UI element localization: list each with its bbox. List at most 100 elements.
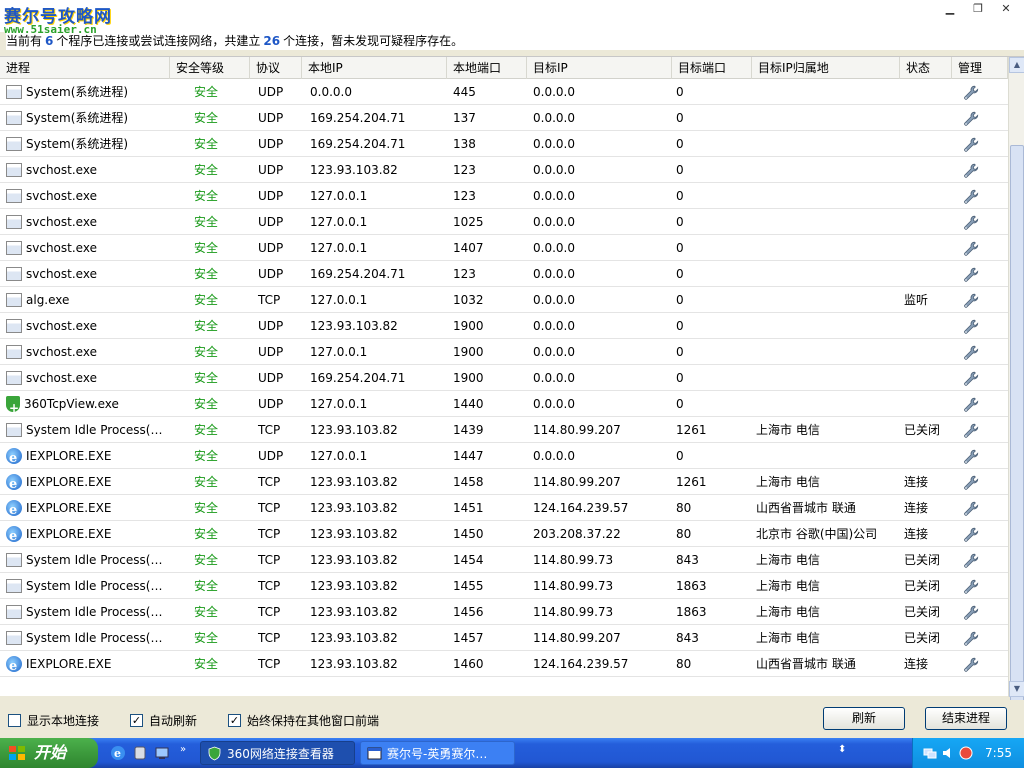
column-header-local-ip[interactable]: 本地IP: [302, 57, 447, 79]
wrench-icon[interactable]: [962, 370, 980, 388]
table-row[interactable]: System Idle Process(… 安全 TCP 123.93.103.…: [0, 625, 1008, 651]
remote-location: [752, 391, 900, 417]
process-cell: svchost.exe: [0, 235, 170, 261]
table-row[interactable]: svchost.exe 安全 UDP 123.93.103.82 123 0.0…: [0, 157, 1008, 183]
table-row[interactable]: 360TcpView.exe 安全 UDP 127.0.0.1 1440 0.0…: [0, 391, 1008, 417]
table-row[interactable]: IEXPLORE.EXE 安全 TCP 123.93.103.82 1451 1…: [0, 495, 1008, 521]
close-icon[interactable]: ✕: [994, 2, 1018, 16]
column-header-remote-port[interactable]: 目标端口: [672, 57, 752, 79]
always-on-top-box[interactable]: ✓: [228, 714, 241, 727]
protocol: UDP: [258, 319, 284, 333]
process-cell: IEXPLORE.EXE: [0, 651, 170, 677]
tray-expand-icon[interactable]: ⬍: [838, 744, 846, 755]
security-tray-icon[interactable]: [959, 746, 973, 760]
table-row[interactable]: svchost.exe 安全 UDP 127.0.0.1 123 0.0.0.0…: [0, 183, 1008, 209]
wrench-icon[interactable]: [962, 110, 980, 128]
wrench-icon[interactable]: [962, 552, 980, 570]
column-header-process[interactable]: 进程: [0, 57, 170, 79]
wrench-icon[interactable]: [962, 604, 980, 622]
table-row[interactable]: svchost.exe 安全 UDP 169.254.204.71 123 0.…: [0, 261, 1008, 287]
scroll-up-icon[interactable]: ▲: [1009, 57, 1024, 73]
column-header-manage[interactable]: 管理: [952, 57, 1008, 79]
start-button[interactable]: 开始: [0, 738, 98, 768]
remote-location: 北京市 谷歌(中国)公司: [756, 527, 878, 541]
wrench-icon[interactable]: [962, 318, 980, 336]
remote-ip: 0.0.0.0: [533, 371, 575, 385]
remote-location: 山西省晋城市 联通: [756, 657, 856, 671]
table-row[interactable]: System Idle Process(… 安全 TCP 123.93.103.…: [0, 547, 1008, 573]
column-header-location[interactable]: 目标IP归属地: [752, 57, 900, 79]
wrench-icon[interactable]: [962, 84, 980, 102]
wrench-icon[interactable]: [962, 162, 980, 180]
table-row[interactable]: System Idle Process(… 安全 TCP 123.93.103.…: [0, 417, 1008, 443]
wrench-icon[interactable]: [962, 578, 980, 596]
wrench-icon[interactable]: [962, 188, 980, 206]
remote-location: [752, 235, 900, 261]
table-row[interactable]: svchost.exe 安全 UDP 169.254.204.71 1900 0…: [0, 365, 1008, 391]
desktop-quicklaunch-icon[interactable]: [154, 745, 170, 761]
wrench-icon[interactable]: [962, 396, 980, 414]
restore-icon[interactable]: ❐: [966, 2, 990, 16]
volume-icon[interactable]: [941, 746, 955, 760]
ie-quicklaunch-icon[interactable]: e: [110, 745, 126, 761]
wrench-icon[interactable]: [962, 526, 980, 544]
wrench-icon[interactable]: [962, 656, 980, 674]
wrench-icon[interactable]: [962, 448, 980, 466]
table-row[interactable]: svchost.exe 安全 UDP 127.0.0.1 1407 0.0.0.…: [0, 235, 1008, 261]
table-row[interactable]: svchost.exe 安全 UDP 127.0.0.1 1900 0.0.0.…: [0, 339, 1008, 365]
remote-port: 843: [676, 631, 699, 645]
wrench-icon[interactable]: [962, 474, 980, 492]
scroll-down-icon[interactable]: ▼: [1009, 681, 1024, 697]
wrench-icon[interactable]: [962, 136, 980, 154]
wrench-icon[interactable]: [962, 292, 980, 310]
vertical-scrollbar[interactable]: ▲ ▼: [1008, 57, 1024, 735]
wrench-icon[interactable]: [962, 344, 980, 362]
table-row[interactable]: svchost.exe 安全 UDP 123.93.103.82 1900 0.…: [0, 313, 1008, 339]
network-icon[interactable]: [923, 746, 937, 760]
table-row[interactable]: IEXPLORE.EXE 安全 TCP 123.93.103.82 1458 1…: [0, 469, 1008, 495]
protocol: TCP: [258, 293, 281, 307]
column-header-state[interactable]: 状态: [900, 57, 952, 79]
wrench-icon[interactable]: [962, 266, 980, 284]
task-seer-game[interactable]: 赛尔号-英勇赛尔…: [360, 741, 515, 765]
table-row[interactable]: System Idle Process(… 安全 TCP 123.93.103.…: [0, 573, 1008, 599]
local-port: 1900: [453, 319, 484, 333]
table-row[interactable]: IEXPLORE.EXE 安全 UDP 127.0.0.1 1447 0.0.0…: [0, 443, 1008, 469]
table-row[interactable]: System Idle Process(… 安全 TCP 123.93.103.…: [0, 599, 1008, 625]
column-header-level[interactable]: 安全等级: [170, 57, 250, 79]
wrench-icon[interactable]: [962, 240, 980, 258]
remote-ip: 0.0.0.0: [533, 215, 575, 229]
refresh-button[interactable]: 刷新: [823, 707, 905, 730]
column-header-local-port[interactable]: 本地端口: [447, 57, 527, 79]
always-on-top-checkbox[interactable]: ✓ 始终保持在其他窗口前端: [228, 712, 379, 729]
table-row[interactable]: IEXPLORE.EXE 安全 TCP 123.93.103.82 1450 2…: [0, 521, 1008, 547]
program-icon: [6, 605, 22, 619]
more-chevron-icon[interactable]: »: [180, 744, 186, 755]
auto-refresh-checkbox[interactable]: ✓ 自动刷新: [130, 712, 197, 729]
end-process-button[interactable]: 结束进程: [925, 707, 1007, 730]
auto-refresh-box[interactable]: ✓: [130, 714, 143, 727]
column-header-protocol[interactable]: 协议: [250, 57, 302, 79]
media-quicklaunch-icon[interactable]: [132, 745, 148, 761]
table-row[interactable]: System(系统进程) 安全 UDP 169.254.204.71 138 0…: [0, 131, 1008, 157]
wrench-icon[interactable]: [962, 214, 980, 232]
security-level: 安全: [194, 553, 219, 567]
protocol: TCP: [258, 657, 281, 671]
show-local-box[interactable]: [8, 714, 21, 727]
task-360-connection-viewer[interactable]: 360网络连接查看器: [200, 741, 355, 765]
table-row[interactable]: System(系统进程) 安全 UDP 0.0.0.0 445 0.0.0.0 …: [0, 79, 1008, 105]
table-row[interactable]: svchost.exe 安全 UDP 127.0.0.1 1025 0.0.0.…: [0, 209, 1008, 235]
manage-cell: [952, 651, 1008, 677]
wrench-icon[interactable]: [962, 500, 980, 518]
wrench-icon[interactable]: [962, 422, 980, 440]
scroll-thumb[interactable]: [1010, 145, 1024, 735]
table-row[interactable]: IEXPLORE.EXE 安全 TCP 123.93.103.82 1460 1…: [0, 651, 1008, 677]
table-row[interactable]: System(系统进程) 安全 UDP 169.254.204.71 137 0…: [0, 105, 1008, 131]
wrench-icon[interactable]: [962, 630, 980, 648]
column-header-remote-ip[interactable]: 目标IP: [527, 57, 672, 79]
manage-cell: [952, 495, 1008, 521]
table-row[interactable]: alg.exe 安全 TCP 127.0.0.1 1032 0.0.0.0 0 …: [0, 287, 1008, 313]
minimize-icon[interactable]: ▁: [938, 2, 962, 16]
program-icon: [6, 553, 22, 567]
show-local-checkbox[interactable]: 显示本地连接: [8, 712, 99, 729]
